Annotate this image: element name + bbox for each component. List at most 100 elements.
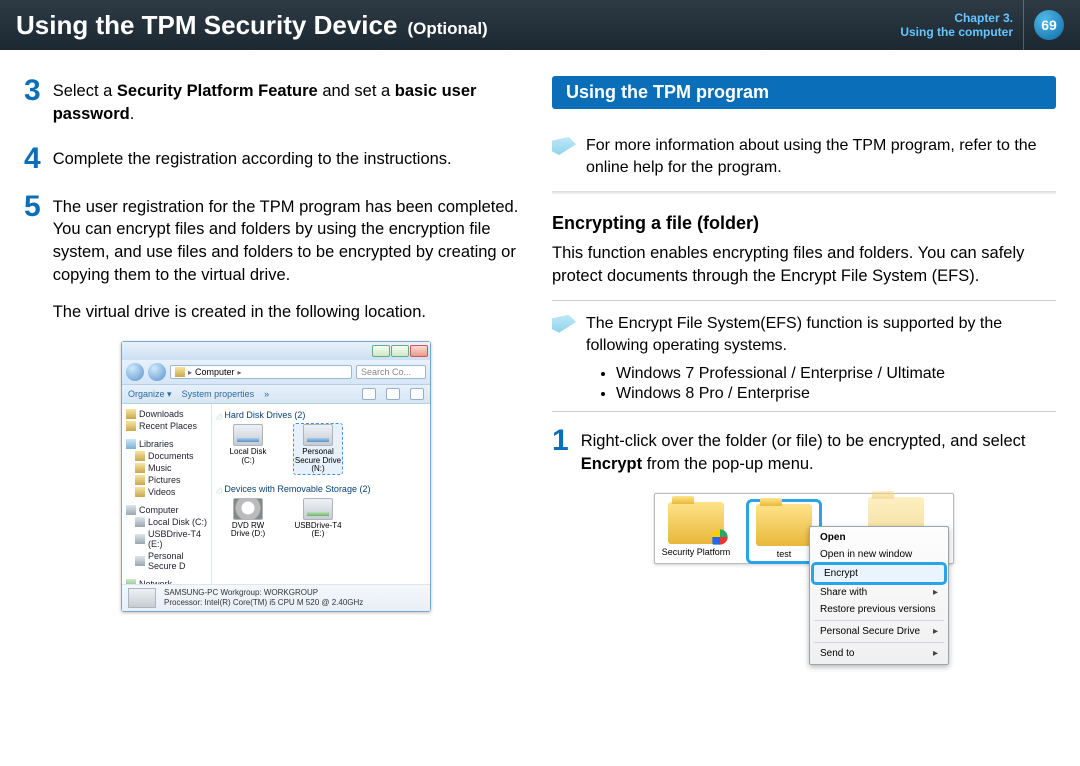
chevron-right-icon xyxy=(933,626,938,637)
close-button[interactable] xyxy=(410,345,428,357)
status-bar: SAMSUNG-PC Workgroup: WORKGROUP Processo… xyxy=(122,584,430,611)
label: Local Disk (C:) xyxy=(148,517,207,527)
maximize-button[interactable] xyxy=(391,345,409,357)
tree-item[interactable]: Computer xyxy=(126,504,207,516)
menu-item-open-new-window[interactable]: Open in new window xyxy=(810,546,948,563)
label: Personal Secure D xyxy=(148,551,207,571)
step-text: Complete the registration according to t… xyxy=(53,144,452,174)
tree-item[interactable]: Libraries xyxy=(126,438,207,450)
label: Local Disk (C:) xyxy=(224,448,272,465)
label: Music xyxy=(148,463,172,473)
label: Downloads xyxy=(139,409,184,419)
text: and set a xyxy=(322,82,394,100)
tree-item[interactable]: USBDrive-T4 (E:) xyxy=(135,528,207,550)
label: Share with xyxy=(820,587,867,598)
tree-item[interactable]: Music xyxy=(135,462,207,474)
folder-icon xyxy=(135,451,145,461)
organize-menu[interactable]: Organize xyxy=(128,389,172,400)
window-titlebar xyxy=(122,342,430,360)
menu-item-encrypt[interactable]: Encrypt xyxy=(814,565,944,582)
text: SAMSUNG-PC Workgroup: WORKGROUP xyxy=(164,588,363,598)
left-column: 3 Select a Security Platform Feature and… xyxy=(24,76,528,612)
address-bar[interactable]: Computer xyxy=(170,365,352,379)
chevron-right-icon xyxy=(933,648,938,659)
drive-item[interactable]: USBDrive-T4 (E:) xyxy=(294,498,342,539)
search-input[interactable]: Search Co... xyxy=(356,365,426,379)
tree-item[interactable]: Personal Secure D xyxy=(135,550,207,572)
menu-item-send-to[interactable]: Send to xyxy=(810,645,948,662)
tree-item[interactable]: Network xyxy=(126,578,207,584)
folder-icon xyxy=(135,475,145,485)
paragraph: The virtual drive is created in the foll… xyxy=(53,301,528,324)
menu-item-share-with[interactable]: Share with xyxy=(810,584,948,601)
toolbar-overflow[interactable]: » xyxy=(264,389,269,399)
chapter-label: Chapter 3. Using the computer xyxy=(900,11,1013,40)
folder-icon xyxy=(135,487,145,497)
text: from the pop-up menu. xyxy=(647,455,814,473)
nav-forward-icon[interactable] xyxy=(148,363,166,381)
text: Select a xyxy=(53,82,117,100)
step-3: 3 Select a Security Platform Feature and… xyxy=(24,76,528,126)
bold-text: Encrypt xyxy=(581,455,642,473)
page-number-badge: 69 xyxy=(1034,10,1064,40)
label: Recent Places xyxy=(139,421,197,431)
note-icon xyxy=(552,137,576,155)
label: Network xyxy=(139,579,172,584)
menu-item-open[interactable]: Open xyxy=(810,529,948,546)
computer-icon xyxy=(175,367,185,377)
step-text: The user registration for the TPM progra… xyxy=(53,192,528,324)
text: Processor: Intel(R) Core(TM) i5 CPU M 52… xyxy=(164,598,363,608)
system-properties-button[interactable]: System properties xyxy=(182,389,255,399)
tree-item[interactable]: Videos xyxy=(135,486,207,498)
tree-item[interactable]: Downloads xyxy=(126,408,207,420)
tree-item[interactable]: Recent Places xyxy=(126,420,207,432)
header-right: Chapter 3. Using the computer 69 xyxy=(900,0,1064,50)
step-4: 4 Complete the registration according to… xyxy=(24,144,528,174)
drive-item-selected[interactable]: Personal Secure Drive (N:) xyxy=(294,424,342,473)
group-header[interactable]: Hard Disk Drives (2) xyxy=(216,410,426,420)
explorer-body: Downloads Recent Places Libraries Docume… xyxy=(122,404,430,584)
breadcrumb[interactable]: Computer xyxy=(195,367,235,377)
note-block: For more information about using the TPM… xyxy=(552,131,1056,189)
step-number: 5 xyxy=(24,192,41,324)
explorer-toolbar: Organize System properties » xyxy=(122,385,430,404)
computer-icon xyxy=(126,505,136,515)
hard-drive-icon xyxy=(303,424,333,446)
tree-item[interactable]: Pictures xyxy=(135,474,207,486)
label: USBDrive-T4 (E:) xyxy=(148,529,207,549)
nav-back-icon[interactable] xyxy=(126,363,144,381)
menu-item-personal-secure-drive[interactable]: Personal Secure Drive xyxy=(810,623,948,640)
libraries-icon xyxy=(126,439,136,449)
view-icon[interactable] xyxy=(362,388,376,400)
drive-icon xyxy=(135,517,145,527)
paragraph: This function enables encrypting files a… xyxy=(552,242,1056,288)
folder-icon xyxy=(135,463,145,473)
step-number: 1 xyxy=(552,426,569,476)
text: . xyxy=(130,105,135,123)
folder-icon xyxy=(126,409,136,419)
folder-icon xyxy=(126,421,136,431)
chapter-line2: Using the computer xyxy=(900,25,1013,39)
drive-item[interactable]: DVD RW Drive (D:) xyxy=(224,498,272,539)
folder-item[interactable]: Security Platform xyxy=(661,502,731,561)
chevron-right-icon xyxy=(188,367,192,377)
label: DVD RW Drive (D:) xyxy=(224,522,272,539)
note-icon xyxy=(552,315,576,333)
usb-drive-icon xyxy=(303,498,333,520)
label: Computer xyxy=(139,505,179,515)
list-item: Windows 7 Professional / Enterprise / Ul… xyxy=(616,365,1056,383)
chapter-line1: Chapter 3. xyxy=(900,11,1013,25)
menu-item-restore[interactable]: Restore previous versions xyxy=(810,601,948,618)
preview-pane-icon[interactable] xyxy=(386,388,400,400)
help-icon[interactable] xyxy=(410,388,424,400)
header-left: Using the TPM Security Device (Optional) xyxy=(16,10,488,41)
drive-item[interactable]: Local Disk (C:) xyxy=(224,424,272,473)
minimize-button[interactable] xyxy=(372,345,390,357)
tree-item[interactable]: Documents xyxy=(135,450,207,462)
group-header[interactable]: Devices with Removable Storage (2) xyxy=(216,484,426,494)
tree-item[interactable]: Local Disk (C:) xyxy=(135,516,207,528)
folder-icon xyxy=(756,504,812,546)
page-subtitle: (Optional) xyxy=(407,19,487,39)
label: Send to xyxy=(820,648,854,659)
label: USBDrive-T4 (E:) xyxy=(294,522,342,539)
